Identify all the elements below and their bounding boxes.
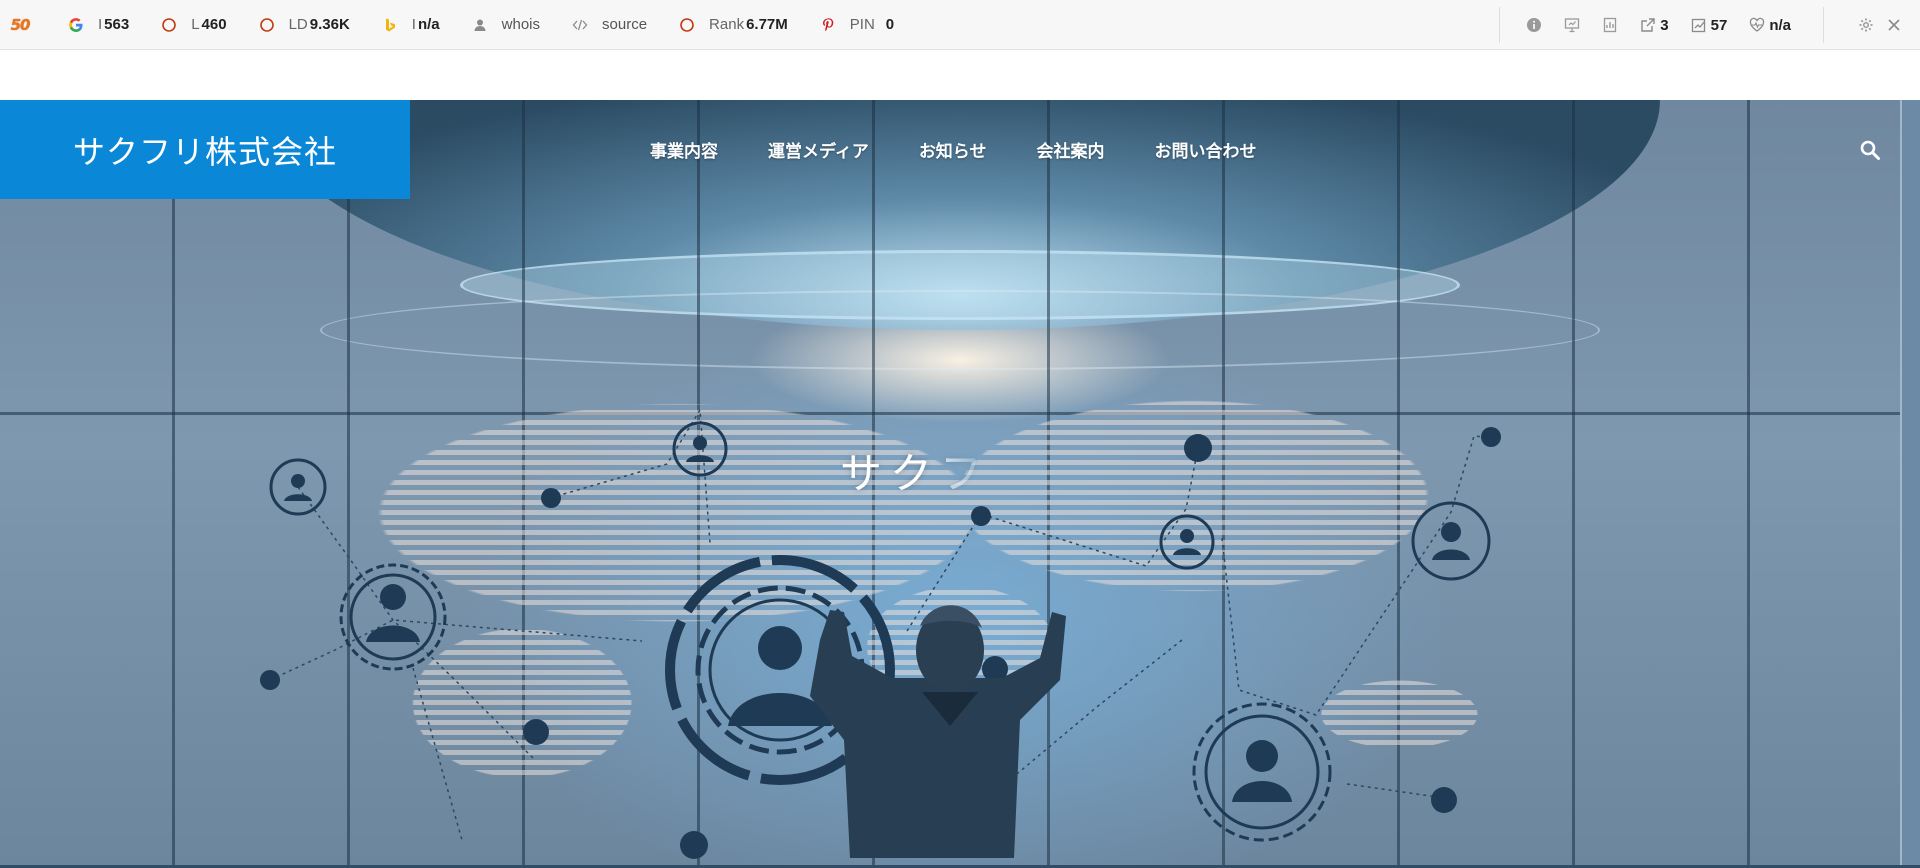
metric-value: n/a	[1769, 16, 1791, 34]
circle-icon	[259, 17, 275, 33]
toolbar-extra-metrics: 3 57 n/a	[1500, 17, 1823, 34]
metrics-list: I 563 L 460 LD 9.36K I n/a whois source …	[68, 16, 926, 33]
nav-item-contact[interactable]: お問い合わせ	[1154, 137, 1256, 162]
toolbar-controls	[1824, 17, 1920, 33]
metric-value: 57	[1710, 16, 1728, 34]
metric-label: L	[191, 16, 200, 33]
info-button[interactable]	[1526, 17, 1542, 33]
hero-right-edge	[1900, 100, 1920, 868]
site-logo[interactable]: サクフリ株式会社	[0, 100, 410, 199]
close-icon[interactable]	[1886, 17, 1902, 33]
nav-item-news[interactable]: お知らせ	[919, 137, 987, 162]
metric-label: I	[411, 16, 416, 33]
source-link: source	[602, 16, 648, 33]
external-links-metric[interactable]: 3	[1640, 16, 1669, 34]
bookmark-chart-button[interactable]	[1602, 17, 1618, 33]
metric-label: Rank	[709, 16, 745, 33]
nav-item-services[interactable]: 事業内容	[650, 137, 718, 162]
metric-linking-domains[interactable]: LD 9.36K	[259, 16, 350, 33]
seoquake-logo[interactable]: 50	[0, 0, 40, 50]
hero-tagline: サクフ	[840, 449, 991, 498]
hero-businessman	[810, 605, 1066, 858]
metric-whois[interactable]: whois	[472, 16, 540, 33]
metric-value: n/a	[417, 16, 440, 33]
toolbar-right: 3 57 n/a	[1499, 0, 1920, 50]
metric-source[interactable]: source	[572, 16, 647, 33]
hero-section: サクフ サクフリ株式会社 事業内容 運営メディア お知らせ 会社案内 お問い合わ…	[0, 100, 1920, 868]
whois-link: whois	[501, 16, 541, 33]
metric-value: 563	[104, 16, 130, 33]
seo-toolbar: 50 I 563 L 460 LD 9.36K I n/a whois sour…	[0, 0, 1920, 50]
metric-label: PIN	[849, 16, 875, 33]
heartbeat-metric[interactable]: n/a	[1749, 17, 1791, 34]
metric-label: LD	[288, 16, 308, 33]
bing-icon	[382, 17, 398, 33]
info-icon	[1526, 17, 1542, 33]
code-icon	[572, 17, 588, 33]
search-icon	[1860, 140, 1880, 160]
metric-links[interactable]: L 460	[161, 16, 227, 33]
nav-item-company[interactable]: 会社案内	[1036, 137, 1104, 162]
presentation-button[interactable]	[1564, 17, 1580, 33]
global-nav: 事業内容 運営メディア お知らせ 会社案内 お問い合わせ	[650, 100, 1306, 199]
google-icon	[68, 17, 84, 33]
pinterest-icon	[820, 17, 836, 33]
metric-value: 0	[885, 16, 895, 33]
metric-rank[interactable]: Rank 6.77M	[679, 16, 788, 33]
metric-label: I	[98, 16, 103, 33]
search-button[interactable]	[1858, 138, 1882, 162]
metric-value: 460	[201, 16, 227, 33]
metric-bing-index[interactable]: I n/a	[382, 16, 440, 33]
circle-icon	[679, 17, 695, 33]
metric-pinterest[interactable]: PIN 0	[820, 16, 894, 33]
person-icon	[472, 17, 488, 33]
metric-value: 6.77M	[746, 16, 788, 33]
edit-chart-metric[interactable]: 57	[1691, 16, 1728, 34]
gear-icon[interactable]	[1858, 17, 1874, 33]
nav-item-media[interactable]: 運営メディア	[768, 137, 869, 162]
metric-value: 9.36K	[309, 16, 350, 33]
heartbeat-icon	[1749, 17, 1765, 33]
edit-chart-icon	[1691, 17, 1707, 33]
external-link-icon	[1640, 17, 1656, 33]
metric-google-index[interactable]: I 563	[68, 16, 129, 33]
circle-icon	[161, 17, 177, 33]
site-logo-text: サクフリ株式会社	[72, 132, 337, 171]
bookmark-chart-icon	[1602, 17, 1618, 33]
presentation-icon	[1564, 17, 1580, 33]
metric-value: 3	[1660, 16, 1669, 34]
